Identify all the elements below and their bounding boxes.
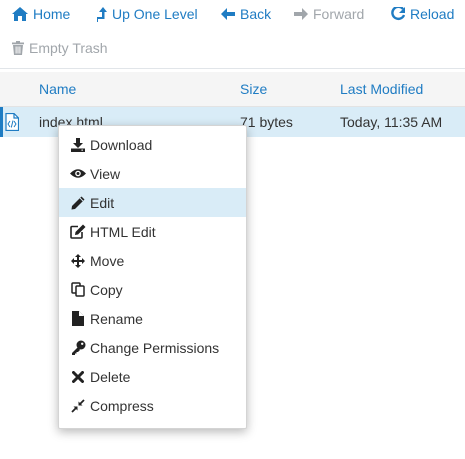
up-one-level-label: Up One Level: [112, 6, 198, 22]
menu-item-copy[interactable]: Copy: [59, 275, 246, 304]
menu-item-label: View: [90, 165, 121, 182]
file-table-header: Name Size Last Modified: [0, 72, 465, 107]
menu-item-rename[interactable]: Rename: [59, 304, 246, 333]
menu-item-html-edit[interactable]: HTML Edit: [59, 217, 246, 246]
menu-item-label: Compress: [90, 397, 154, 414]
empty-trash-label: Empty Trash: [29, 40, 108, 56]
column-header-name[interactable]: Name: [39, 81, 76, 97]
compress-icon: [70, 398, 86, 414]
menu-item-delete[interactable]: Delete: [59, 362, 246, 391]
menu-item-label: Rename: [90, 310, 143, 327]
key-icon: [70, 340, 86, 356]
home-icon: [12, 7, 28, 21]
column-header-last-modified[interactable]: Last Modified: [340, 81, 423, 97]
x-icon: [70, 369, 86, 385]
menu-item-download[interactable]: Download: [59, 130, 246, 159]
edit-square-icon: [70, 224, 86, 240]
arrow-right-icon: [294, 8, 308, 20]
menu-item-compress[interactable]: Compress: [59, 391, 246, 420]
file-size: 71 bytes: [240, 114, 293, 130]
empty-trash-button[interactable]: Empty Trash: [12, 40, 108, 56]
menu-item-change-permissions[interactable]: Change Permissions: [59, 333, 246, 362]
copy-icon: [70, 282, 86, 298]
arrow-left-icon: [221, 8, 235, 20]
download-icon: [70, 137, 86, 153]
pencil-icon: [70, 195, 86, 211]
forward-button[interactable]: Forward: [294, 6, 364, 22]
file-last-modified: Today, 11:35 AM: [340, 114, 443, 130]
home-button[interactable]: Home: [12, 6, 70, 22]
back-label: Back: [240, 6, 272, 22]
context-menu: Download View Edit HTML Edit Move Copy R…: [58, 125, 247, 429]
column-header-size[interactable]: Size: [240, 81, 267, 97]
menu-item-view[interactable]: View: [59, 159, 246, 188]
menu-item-move[interactable]: Move: [59, 246, 246, 275]
menu-item-label: Change Permissions: [90, 339, 220, 356]
eye-icon: [70, 166, 86, 182]
menu-item-label: Move: [90, 252, 125, 269]
menu-item-label: Download: [90, 136, 153, 153]
menu-item-label: Delete: [90, 368, 131, 385]
reload-icon: [391, 7, 405, 21]
menu-item-label: HTML Edit: [90, 223, 156, 240]
level-up-icon: [97, 6, 107, 22]
menu-item-label: Edit: [90, 194, 115, 211]
menu-item-label: Copy: [90, 281, 123, 298]
menu-item-edit[interactable]: Edit: [59, 188, 246, 217]
home-label: Home: [33, 6, 71, 22]
forward-label: Forward: [313, 6, 365, 22]
file-icon: [70, 311, 86, 327]
move-arrows-icon: [70, 253, 86, 269]
row-selection-marker: [0, 107, 3, 137]
reload-label: Reload: [410, 6, 455, 22]
reload-button[interactable]: Reload: [391, 6, 454, 22]
trash-icon: [12, 41, 24, 55]
back-button[interactable]: Back: [221, 6, 271, 22]
file-manager-toolbar: Home Up One Level Back Forward Reload Em…: [0, 0, 465, 69]
html-file-icon: [5, 113, 19, 131]
up-one-level-button[interactable]: Up One Level: [97, 6, 198, 22]
